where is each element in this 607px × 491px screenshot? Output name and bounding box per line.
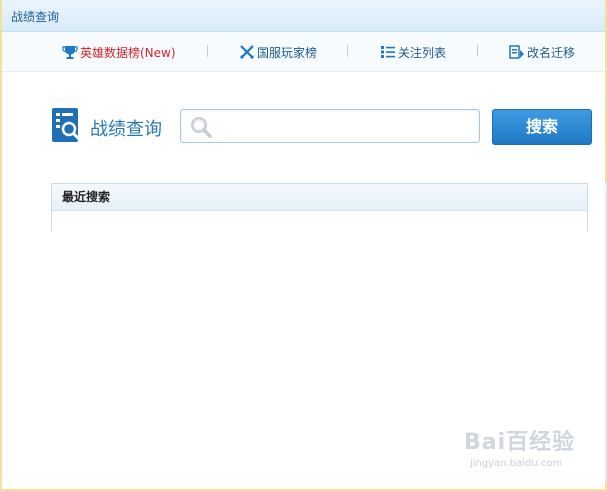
watermark-logo: Bai百经验 jingyan.baidu.com (464, 424, 584, 474)
search-heading: 战绩查询 (90, 119, 162, 140)
search-icon (189, 115, 213, 139)
search-button[interactable]: 搜索 (492, 109, 592, 145)
recent-search-header: 最近搜索 (52, 184, 587, 211)
search-box[interactable] (180, 109, 480, 143)
nav-divider (207, 45, 208, 57)
app-window: 战绩查询 英雄数据榜(New) 国服玩家榜 关注列表 改名迁移 战绩查询 搜索 … (0, 0, 607, 491)
nav-item-label: 关注列表 (398, 45, 447, 60)
search-input[interactable] (219, 116, 473, 138)
window-title: 战绩查询 (11, 10, 60, 24)
recent-search-panel: 最近搜索 (51, 183, 588, 231)
nav-item-hero-data[interactable]: 英雄数据榜(New) (62, 43, 176, 61)
watermark-text: Bai百经验 (464, 430, 576, 455)
trophy-icon (62, 44, 78, 60)
rename-migrate-icon (509, 44, 525, 60)
watermark-subtext: jingyan.baidu.com (470, 458, 563, 469)
nav-item-rename-migrate[interactable]: 改名迁移 (509, 43, 575, 61)
recent-search-list (52, 211, 587, 231)
nav-item-label: 改名迁移 (527, 45, 576, 60)
nav-item-server-players[interactable]: 国服玩家榜 (239, 43, 317, 61)
top-nav: 英雄数据榜(New) 国服玩家榜 关注列表 改名迁移 (2, 32, 605, 72)
nav-item-label: 国服玩家榜 (257, 45, 318, 60)
nav-item-label: 英雄数据榜(New) (80, 45, 176, 60)
nav-divider (347, 45, 348, 57)
crossed-swords-icon (239, 44, 255, 60)
nav-item-follow-list[interactable]: 关注列表 (380, 43, 446, 61)
record-search-icon (52, 108, 82, 144)
title-bar: 战绩查询 (2, 0, 605, 32)
list-icon (380, 44, 396, 60)
search-section: 战绩查询 搜索 (2, 72, 605, 172)
nav-divider (477, 45, 478, 57)
